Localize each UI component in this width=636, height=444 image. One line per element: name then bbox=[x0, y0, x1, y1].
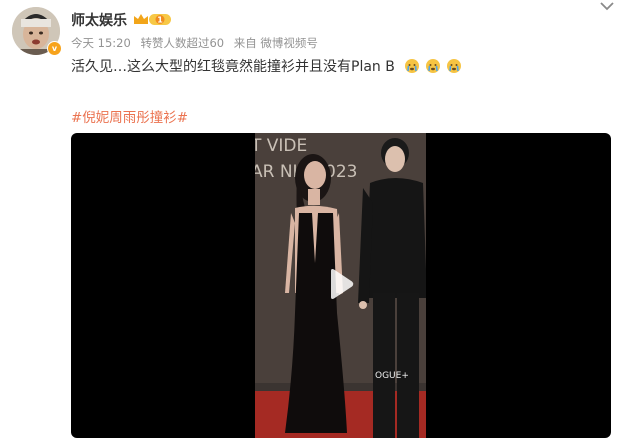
crying-emoji-icon bbox=[447, 59, 462, 73]
crying-emoji-icon bbox=[405, 59, 420, 73]
post-text: 活久见…这么大型的红毯竟然能撞衫并且没有Plan B bbox=[71, 56, 462, 76]
post-body: 活久见…这么大型的红毯竟然能撞衫并且没有Plan B bbox=[71, 59, 395, 75]
post-meta: 今天 15:20 转赞人数超过60 来自 微博视频号 bbox=[71, 35, 324, 51]
video-player[interactable]: T VIDE AR NIG 023 OGUE+ bbox=[71, 133, 611, 438]
backdrop-text: T VIDE bbox=[255, 136, 307, 156]
verified-badge: v bbox=[47, 41, 62, 56]
vip-crown-badge[interactable]: 1 bbox=[132, 12, 172, 27]
hashtag-link[interactable]: #倪妮周雨彤撞衫# bbox=[71, 106, 188, 126]
post-time[interactable]: 今天 15:20 bbox=[71, 36, 131, 50]
repost-count: 转赞人数超过60 bbox=[140, 36, 225, 50]
crying-emoji-icon bbox=[426, 59, 441, 73]
vip-level: 1 bbox=[157, 16, 163, 25]
username[interactable]: 师太娱乐 bbox=[71, 10, 127, 30]
chevron-down-icon[interactable] bbox=[598, 0, 616, 14]
post-source[interactable]: 来自 微博视频号 bbox=[234, 36, 318, 50]
play-icon[interactable] bbox=[321, 266, 357, 302]
sponsor-text: OGUE+ bbox=[375, 371, 409, 381]
